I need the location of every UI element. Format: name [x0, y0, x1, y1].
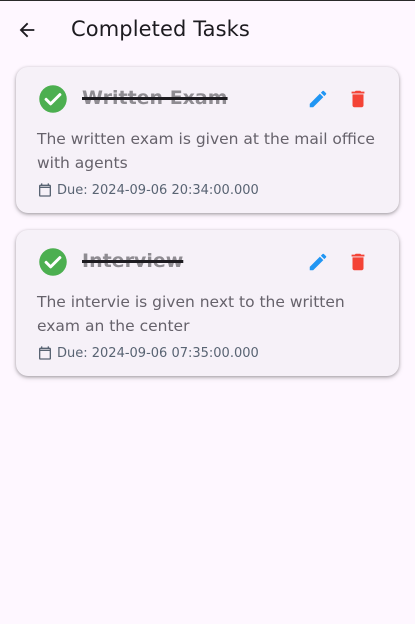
delete-button[interactable]	[344, 85, 372, 113]
due-date: Due: 2024-09-06 20:34:00.000	[37, 182, 259, 198]
check-circle-icon[interactable]	[38, 247, 68, 277]
edit-button[interactable]	[304, 248, 332, 276]
due-date-text: Due: 2024-09-06 07:35:00.000	[57, 345, 259, 361]
task-card[interactable]: Written Exam The written exam is given a…	[16, 67, 399, 213]
task-title: Interview	[82, 250, 184, 272]
back-button[interactable]	[10, 13, 44, 47]
calendar-icon	[39, 183, 51, 197]
task-card[interactable]: Interview The intervie is given next to …	[16, 230, 399, 376]
calendar-icon	[39, 346, 51, 360]
check-circle-icon[interactable]	[38, 84, 68, 114]
due-date: Due: 2024-09-06 07:35:00.000	[37, 345, 259, 361]
task-description: The intervie is given next to the writte…	[37, 293, 345, 335]
task-title: Written Exam	[82, 87, 228, 109]
due-date-text: Due: 2024-09-06 20:34:00.000	[57, 182, 259, 198]
task-description: The written exam is given at the mail of…	[37, 130, 375, 172]
delete-icon	[351, 90, 365, 108]
page-title: Completed Tasks	[71, 17, 250, 41]
arrow-back-icon	[19, 22, 35, 38]
edit-button[interactable]	[304, 85, 332, 113]
delete-icon	[351, 253, 365, 271]
task-list: Written Exam The written exam is given a…	[16, 67, 399, 393]
delete-button[interactable]	[344, 248, 372, 276]
app-bar: Completed Tasks	[0, 1, 415, 61]
edit-icon	[309, 253, 327, 271]
edit-icon	[309, 90, 327, 108]
